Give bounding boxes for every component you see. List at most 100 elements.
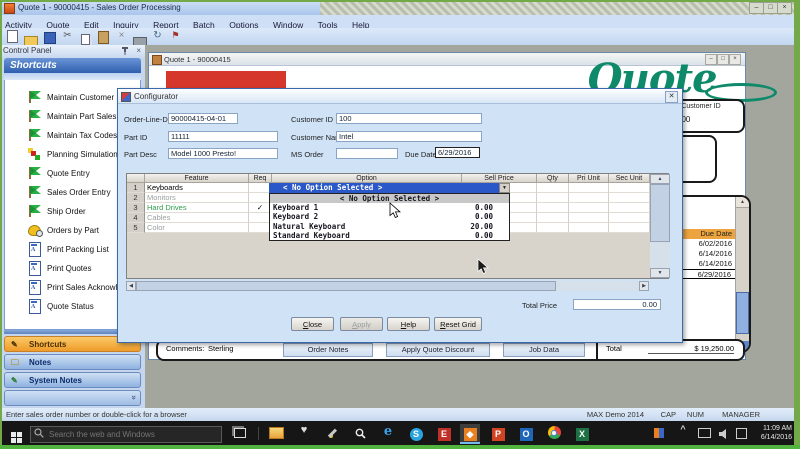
panel-footer: »: [4, 390, 141, 406]
red-app-icon[interactable]: E: [434, 424, 454, 442]
shortcuts-icon: ✎: [11, 340, 21, 350]
copy-icon[interactable]: [78, 32, 93, 45]
frame-edge-left: [0, 0, 2, 449]
req-header[interactable]: Req: [249, 174, 272, 183]
tray-chevron-icon[interactable]: ^: [676, 424, 690, 442]
help-button[interactable]: Help: [387, 317, 430, 331]
start-button[interactable]: [6, 424, 26, 442]
shortcuts-group-header[interactable]: Shortcuts: [4, 58, 141, 73]
skype-icon[interactable]: S: [406, 424, 426, 442]
chrome-icon[interactable]: [544, 424, 564, 442]
child-close-button[interactable]: ×: [729, 54, 741, 65]
paste-icon[interactable]: [96, 31, 111, 44]
ms-order-label: MS Order: [291, 150, 324, 159]
dropdown-option[interactable]: Standard Keyboard0.00: [270, 231, 509, 240]
grid-horizontal-scrollbar[interactable]: ◀ ▶: [126, 281, 649, 291]
dropdown-option[interactable]: Natural Keyboard20.00: [270, 222, 509, 231]
action-center-icon[interactable]: [734, 424, 748, 442]
magnifier-app-icon[interactable]: [350, 424, 370, 442]
qty-header[interactable]: Qty: [537, 174, 569, 183]
clock-time: 11:09 AM: [761, 424, 792, 433]
sell-price-header[interactable]: Sell Price: [462, 174, 537, 183]
task-view-icon[interactable]: [230, 424, 250, 442]
clock-date: 6/14/2016: [761, 433, 792, 442]
refresh-icon[interactable]: ↻: [150, 30, 165, 43]
frame-edge-top: [0, 0, 800, 2]
close-button[interactable]: ×: [777, 2, 792, 14]
reset-grid-button[interactable]: Reset Grid: [434, 317, 482, 331]
total-price-label: Total Price: [522, 301, 557, 310]
grid-vertical-scrollbar[interactable]: ▲ ▼: [650, 174, 670, 278]
status-message: Enter sales order number or double-click…: [6, 410, 187, 419]
quote-window-title: Quote 1 - 90000415: [164, 55, 231, 64]
report-icon: A: [29, 280, 41, 295]
dialog-customer-id-field[interactable]: 100: [336, 113, 482, 124]
customer-name-field[interactable]: Intel: [336, 131, 482, 142]
due-date-field[interactable]: 6/29/2016: [435, 147, 480, 158]
store-icon[interactable]: ♥: [294, 424, 314, 442]
close-button[interactable]: Close: [291, 317, 334, 331]
scroll-up-icon[interactable]: ▲: [650, 174, 670, 184]
tray-display-icon[interactable]: [696, 424, 712, 442]
tools-icon[interactable]: [322, 424, 342, 442]
comments-value[interactable]: Sterling: [208, 344, 233, 353]
max-erp-icon-active[interactable]: ◆: [460, 424, 480, 444]
option-header[interactable]: Option: [272, 174, 462, 183]
file-explorer-icon[interactable]: [266, 424, 286, 442]
scrollbar-thumb[interactable]: [736, 292, 749, 334]
combobox-dropdown-icon[interactable]: ▼: [499, 183, 510, 193]
maximize-button[interactable]: □: [763, 2, 778, 14]
edge-icon[interactable]: e: [378, 424, 398, 442]
part-desc-label: Part Desc: [124, 150, 157, 159]
nav-button-notes[interactable]: 🗀 Notes: [4, 354, 141, 370]
scroll-left-icon[interactable]: ◀: [126, 281, 136, 291]
dialog-close-icon[interactable]: ✕: [665, 91, 678, 103]
scroll-right-icon[interactable]: ▶: [639, 281, 649, 291]
apply-quote-discount-button[interactable]: Apply Quote Discount: [386, 343, 490, 357]
option-combobox[interactable]: < No Option Selected >: [269, 183, 510, 193]
main-titlebar: Quote 1 - 90000415 - Sales Order Process…: [0, 0, 800, 15]
sec-unit-header[interactable]: Sec Unit: [609, 174, 650, 183]
part-id-field[interactable]: 11111: [168, 131, 278, 142]
order-line-label: Order-Line-Del: [124, 115, 174, 124]
dialog-titlebar[interactable]: Configurator ✕: [118, 89, 682, 104]
main-window-title: Quote 1 - 90000415 - Sales Order Process…: [18, 3, 181, 12]
status-cap-indicator: CAP: [661, 410, 676, 419]
nav-button-system-notes[interactable]: ✎ System Notes: [4, 372, 141, 388]
outlook-icon[interactable]: O: [516, 424, 536, 442]
job-data-button[interactable]: Job Data: [503, 343, 585, 357]
apply-button[interactable]: Apply: [340, 317, 383, 331]
child-maximize-button[interactable]: □: [717, 54, 729, 65]
cut-icon[interactable]: ✂: [60, 30, 75, 43]
taskbar-clock[interactable]: 11:09 AM 6/14/2016: [761, 424, 792, 442]
tray-volume-icon[interactable]: [716, 424, 730, 442]
search-input[interactable]: [30, 426, 222, 443]
save-icon[interactable]: [42, 31, 57, 44]
order-notes-button[interactable]: Order Notes: [283, 343, 373, 357]
pri-unit-header[interactable]: Pri Unit: [569, 174, 609, 183]
part-desc-field[interactable]: Model 1000 Presto!: [168, 148, 278, 159]
flag-icon[interactable]: ⚑: [168, 30, 183, 43]
scrollbar-thumb[interactable]: [136, 281, 556, 291]
scroll-up-icon[interactable]: ▲: [736, 197, 749, 208]
toolbar: ✂ × ↻ ⚑: [0, 28, 800, 45]
table-scrollbar[interactable]: ▲ ▼: [735, 197, 749, 351]
pin-icon[interactable]: [121, 47, 129, 55]
ms-order-field[interactable]: [336, 148, 398, 159]
new-document-icon[interactable]: [5, 30, 20, 43]
powerpoint-icon[interactable]: P: [488, 424, 508, 442]
feature-header[interactable]: Feature: [145, 174, 249, 183]
minimize-button[interactable]: ‒: [749, 2, 764, 14]
total-label: Total: [606, 344, 622, 353]
scrollbar-thumb[interactable]: [650, 184, 670, 242]
total-price-field[interactable]: 0.00: [573, 299, 661, 310]
excel-icon[interactable]: X: [572, 424, 592, 442]
order-line-field[interactable]: 90000415-04-01: [168, 113, 238, 124]
close-panel-icon[interactable]: ×: [136, 46, 141, 55]
scroll-down-icon[interactable]: ▼: [650, 268, 670, 278]
shortcuts-strip: [4, 73, 141, 80]
panel-options-icon[interactable]: »: [129, 395, 138, 399]
taskbar-search[interactable]: [30, 424, 222, 441]
tray-app-icon[interactable]: [652, 424, 666, 442]
delete-icon[interactable]: ×: [114, 30, 129, 43]
